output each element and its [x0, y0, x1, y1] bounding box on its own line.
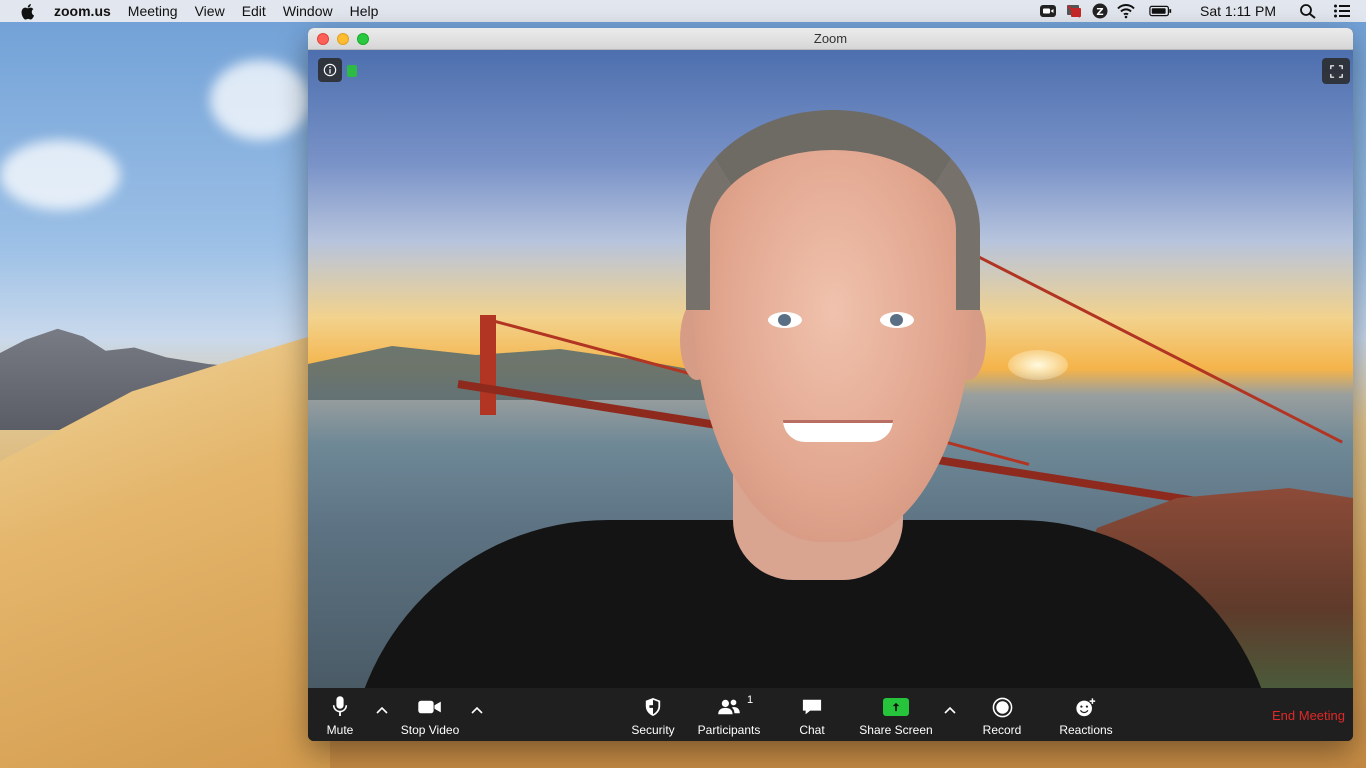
- window-title: Zoom: [813, 31, 848, 46]
- security-label: Security: [631, 723, 675, 737]
- participants-label: Participants: [697, 723, 761, 737]
- record-button[interactable]: Record: [980, 688, 1024, 741]
- notification-center-icon[interactable]: [1332, 3, 1352, 19]
- apple-menu-icon[interactable]: [17, 0, 39, 22]
- desktop-cloud: [0, 140, 120, 210]
- wifi-icon[interactable]: [1116, 3, 1136, 19]
- audio-options-chevron-up-icon[interactable]: [374, 702, 390, 718]
- mute-label: Mute: [326, 723, 354, 737]
- share-screen-label: Share Screen: [859, 723, 933, 737]
- stop-video-button[interactable]: Stop Video: [398, 688, 462, 741]
- record-icon: [992, 694, 1013, 720]
- microphone-icon: [331, 694, 349, 720]
- record-label: Record: [982, 723, 1022, 737]
- menu-bar: zoom.us Meeting View Edit Window Help Z …: [0, 0, 1366, 22]
- menubar-clock[interactable]: Sat 1:11 PM: [1200, 3, 1276, 19]
- video-options-chevron-up-icon[interactable]: [469, 702, 485, 718]
- share-screen-button[interactable]: Share Screen: [858, 688, 934, 741]
- menu-window[interactable]: Window: [283, 3, 333, 19]
- chat-label: Chat: [799, 723, 825, 737]
- menu-help[interactable]: Help: [350, 3, 379, 19]
- svg-text:Z: Z: [1096, 7, 1103, 18]
- security-shield-icon: [644, 694, 662, 720]
- person-eye: [880, 312, 914, 328]
- fullscreen-icon[interactable]: [1322, 58, 1350, 84]
- chat-bubble-icon: [801, 694, 823, 720]
- share-options-chevron-up-icon[interactable]: [942, 702, 958, 718]
- share-screen-icon: [883, 694, 909, 720]
- menu-edit[interactable]: Edit: [242, 3, 266, 19]
- bridge-tower: [480, 315, 496, 415]
- end-meeting-button[interactable]: End Meeting: [1272, 708, 1345, 723]
- participants-count: 1: [747, 694, 754, 706]
- desktop-cloud: [210, 60, 310, 140]
- reactions-button[interactable]: Reactions: [1056, 688, 1116, 741]
- meeting-info-icon[interactable]: [318, 58, 342, 82]
- participants-icon: [716, 694, 742, 720]
- screen-share-icon[interactable]: [1064, 3, 1084, 19]
- spotlight-search-icon[interactable]: [1298, 3, 1318, 19]
- video-feed[interactable]: [308, 50, 1353, 688]
- person-hair: [686, 110, 980, 310]
- meeting-toolbar: Mute Stop Video Security Participants 1 …: [308, 688, 1353, 741]
- reactions-label: Reactions: [1059, 723, 1113, 737]
- zoom-z-icon[interactable]: Z: [1090, 3, 1110, 19]
- window-titlebar[interactable]: Zoom: [308, 28, 1353, 50]
- menu-meeting[interactable]: Meeting: [128, 3, 178, 19]
- mute-button[interactable]: Mute: [322, 688, 358, 741]
- encryption-shield-icon[interactable]: [347, 65, 357, 77]
- close-window-button[interactable]: [317, 33, 329, 45]
- background-sun: [1008, 350, 1068, 380]
- person-smile: [783, 420, 893, 442]
- menu-view[interactable]: View: [195, 3, 225, 19]
- reactions-emoji-icon: [1075, 694, 1097, 720]
- security-button[interactable]: Security: [628, 688, 678, 741]
- stop-video-label: Stop Video: [400, 723, 460, 737]
- zoom-window: Zoom Mute Stop Video Security Participan…: [308, 28, 1353, 741]
- zoom-window-button[interactable]: [357, 33, 369, 45]
- person-eye: [768, 312, 802, 328]
- video-camera-icon: [417, 694, 443, 720]
- bridge-cable: [967, 250, 1343, 444]
- chat-button[interactable]: Chat: [792, 688, 832, 741]
- battery-icon[interactable]: [1148, 3, 1174, 19]
- menu-app-name[interactable]: zoom.us: [54, 3, 111, 19]
- zoom-video-icon[interactable]: [1038, 3, 1058, 19]
- minimize-window-button[interactable]: [337, 33, 349, 45]
